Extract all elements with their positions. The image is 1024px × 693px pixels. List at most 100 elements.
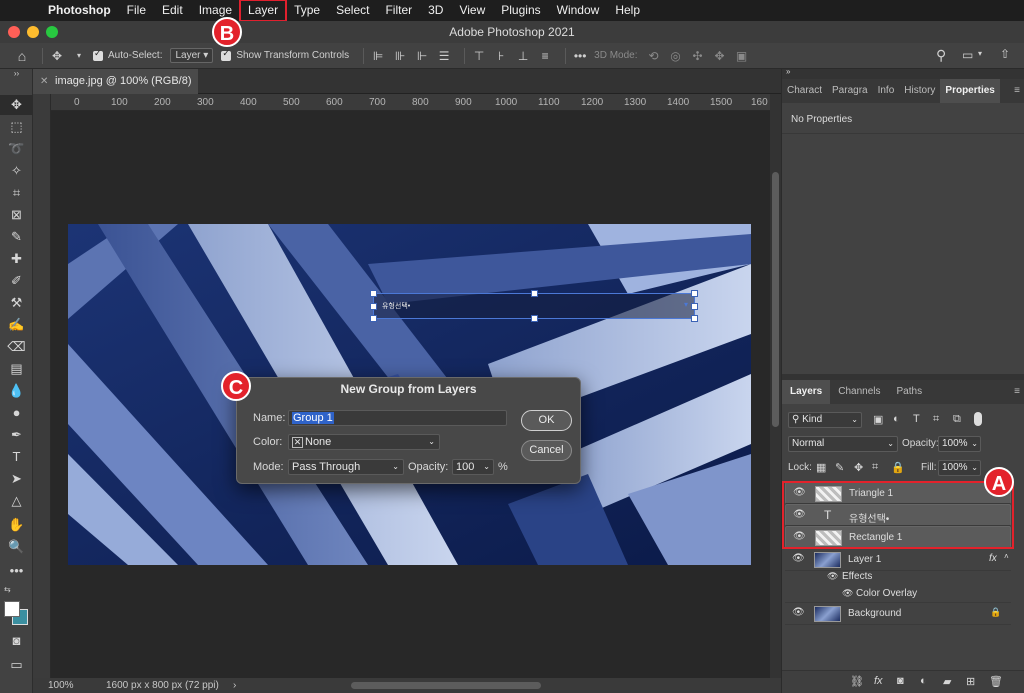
menu-window[interactable]: Window <box>549 0 608 21</box>
collapse-icon[interactable]: » <box>786 67 790 76</box>
close-tab-icon[interactable]: ✕ <box>40 69 48 94</box>
align-top-icon[interactable]: ⊤ <box>471 49 487 63</box>
transform-handle[interactable] <box>691 290 698 297</box>
path-selection-tool-icon[interactable]: ➤ <box>0 469 33 489</box>
cancel-button[interactable]: Cancel <box>521 440 572 461</box>
blend-mode-dropdown[interactable]: Normal ⌄ <box>788 436 898 452</box>
menu-layer[interactable]: Layer <box>239 0 288 22</box>
close-window-button[interactable] <box>8 26 20 38</box>
pen-tool-icon[interactable]: ✒ <box>0 425 33 445</box>
ok-button[interactable]: OK <box>521 410 572 431</box>
auto-select-option[interactable]: Auto-Select: <box>93 48 162 61</box>
filter-toggle[interactable] <box>974 412 982 426</box>
eraser-tool-icon[interactable]: ⌫ <box>0 337 33 357</box>
color-dropdown[interactable]: ✕ None ⌄ <box>288 434 440 450</box>
align-right-icon[interactable]: ⊩ <box>414 49 430 63</box>
chevron-down-icon[interactable]: ⌄ <box>971 461 978 475</box>
screen-mode-icon[interactable]: ▭ <box>0 655 33 675</box>
move-tool-icon[interactable]: ✥ <box>0 95 33 115</box>
distribute-icon[interactable]: ☰ <box>436 49 452 63</box>
add-style-icon[interactable]: fx <box>874 675 883 687</box>
chevron-down-icon[interactable]: ▾ <box>978 49 982 58</box>
panel-menu-icon[interactable]: ≡ <box>1014 79 1024 103</box>
history-brush-tool-icon[interactable]: ✍ <box>0 315 33 335</box>
align-center-icon[interactable]: ⊪ <box>392 49 408 63</box>
lock-transparent-icon[interactable]: ▦ <box>816 461 826 474</box>
zoom-tool-icon[interactable]: 🔍 <box>0 537 33 557</box>
visibility-eye-icon[interactable]: 👁 <box>792 607 805 618</box>
filter-adjustment-icon[interactable]: ◐ <box>893 413 900 425</box>
visibility-eye-icon[interactable]: 👁 <box>792 553 805 564</box>
menu-plugins[interactable]: Plugins <box>493 0 548 21</box>
dodge-tool-icon[interactable]: ● <box>0 403 33 423</box>
menu-file[interactable]: File <box>119 0 154 21</box>
menu-help[interactable]: Help <box>607 0 648 21</box>
blur-tool-icon[interactable]: 💧 <box>0 381 33 401</box>
filter-shape-icon[interactable]: ⌗ <box>933 413 939 426</box>
fx-badge[interactable]: fx <box>989 553 997 564</box>
menu-filter[interactable]: Filter <box>377 0 420 21</box>
3d-drag-icon[interactable]: ✣ <box>690 49 706 63</box>
menu-type[interactable]: Type <box>286 0 328 21</box>
crop-tool-icon[interactable]: ⌗ <box>0 183 33 203</box>
document-tab[interactable]: ✕ image.jpg @ 100% (RGB/8) * <box>33 69 198 112</box>
opacity-input[interactable]: 100 ⌄ <box>452 459 494 475</box>
lasso-tool-icon[interactable]: ➰ <box>0 139 33 159</box>
tab-history[interactable]: History <box>899 79 940 103</box>
zoom-level[interactable]: 100% <box>48 678 74 693</box>
frame-tool-icon[interactable]: ⊠ <box>0 205 33 225</box>
quick-mask-icon[interactable]: ◙ <box>0 631 33 651</box>
transform-handle[interactable] <box>531 315 538 322</box>
more-tools-icon[interactable]: ••• <box>0 561 33 581</box>
menu-3d[interactable]: 3D <box>420 0 451 21</box>
brush-tool-icon[interactable]: ✐ <box>0 271 33 291</box>
eyedropper-tool-icon[interactable]: ✎ <box>0 227 33 247</box>
lock-artboard-icon[interactable]: ⌗ <box>872 461 878 474</box>
shape-tool-icon[interactable]: △ <box>0 491 33 511</box>
filter-smart-object-icon[interactable]: ⧉ <box>953 413 961 426</box>
home-icon[interactable]: ⌂ <box>14 48 30 64</box>
new-fill-layer-icon[interactable]: ◐ <box>920 675 927 687</box>
menu-view[interactable]: View <box>451 0 493 21</box>
lock-position-icon[interactable]: ✥ <box>854 461 863 474</box>
new-layer-icon[interactable]: ⊞ <box>966 675 975 688</box>
transform-handle[interactable] <box>370 303 377 310</box>
tab-properties[interactable]: Properties <box>940 79 1000 103</box>
visibility-eye-icon[interactable]: 👁 <box>842 588 853 599</box>
layer-row-background[interactable]: 👁 Background 🔒 <box>785 603 1011 625</box>
magic-wand-tool-icon[interactable]: ✧ <box>0 161 33 181</box>
tab-paragraph[interactable]: Paragra <box>827 79 873 103</box>
link-layers-icon[interactable]: ⛓ <box>850 675 864 688</box>
3d-roll-icon[interactable]: ◎ <box>668 49 684 63</box>
horizontal-scrollbar-thumb[interactable] <box>351 682 541 689</box>
transform-handle[interactable] <box>531 290 538 297</box>
panel-menu-icon[interactable]: ≡ <box>1014 380 1024 404</box>
chevron-up-icon[interactable]: ˄ <box>1004 552 1009 561</box>
foreground-color-swatch[interactable] <box>4 601 20 617</box>
chevron-down-icon[interactable]: ⌄ <box>971 437 978 451</box>
distribute-vertical-icon[interactable]: ≡ <box>537 49 553 63</box>
add-mask-icon[interactable]: ◙ <box>897 675 904 687</box>
search-icon[interactable]: ⚲ <box>936 47 946 64</box>
move-tool-icon[interactable]: ✥ <box>49 49 65 63</box>
selected-layer-bounding-box[interactable]: 유형선택• ▾ <box>370 290 698 322</box>
align-left-icon[interactable]: ⊫ <box>370 49 386 63</box>
new-group-icon[interactable]: ▰ <box>943 675 951 688</box>
transform-handle[interactable] <box>691 315 698 322</box>
group-name-input[interactable]: Group 1 <box>288 410 507 426</box>
transform-handle[interactable] <box>370 315 377 322</box>
auto-select-checkbox[interactable] <box>93 48 103 61</box>
gradient-tool-icon[interactable]: ▤ <box>0 359 33 379</box>
vertical-scrollbar[interactable] <box>770 94 781 678</box>
transform-handle[interactable] <box>691 303 698 310</box>
align-middle-icon[interactable]: ⊦ <box>493 49 509 63</box>
transform-handle[interactable] <box>370 290 377 297</box>
visibility-eye-icon[interactable]: 👁 <box>827 571 838 582</box>
tab-paths[interactable]: Paths <box>889 380 931 404</box>
tab-character[interactable]: Charact <box>782 79 827 103</box>
fill-input[interactable]: 100% ⌄ <box>938 460 981 476</box>
transform-controls-checkbox[interactable] <box>221 48 232 61</box>
chevron-right-icon[interactable]: › <box>233 678 236 693</box>
3d-slide-icon[interactable]: ✥ <box>712 49 728 63</box>
type-tool-icon[interactable]: T <box>0 447 33 467</box>
